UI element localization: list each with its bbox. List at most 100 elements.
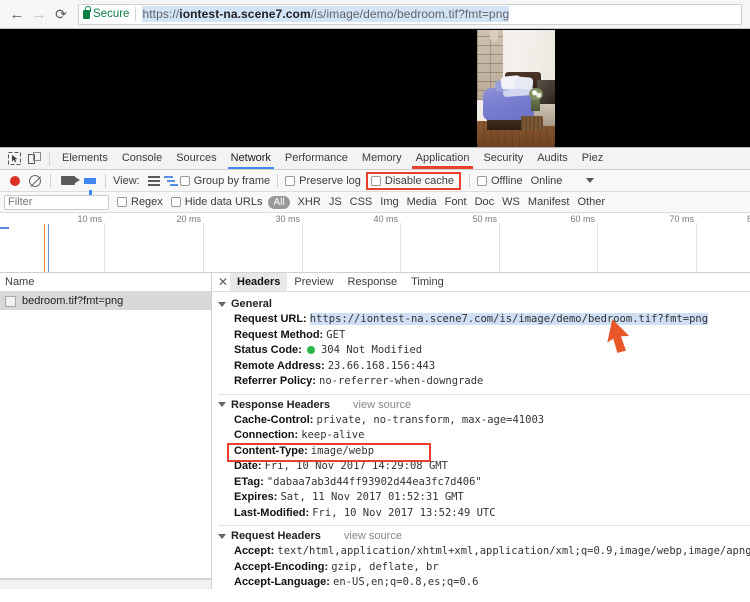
overview-tick-label: 30 ms <box>275 214 300 224</box>
status-badge <box>306 346 315 354</box>
forward-icon[interactable]: → <box>28 3 50 25</box>
tab-sources[interactable]: Sources <box>169 148 223 169</box>
view-source-link[interactable]: view source <box>344 530 402 542</box>
section-general-header[interactable]: General <box>212 296 750 312</box>
filter-type-css[interactable]: CSS <box>346 196 377 208</box>
requests-pane-footer <box>0 579 211 589</box>
toolbar-divider-3 <box>277 173 279 188</box>
header-row-accept: Accept: text/html,application/xhtml+xml,… <box>212 544 750 560</box>
checkbox-box <box>285 175 296 186</box>
section-title: Response Headers <box>231 398 331 411</box>
security-badge[interactable]: Secure <box>83 6 135 20</box>
waterfall-view-icon[interactable] <box>163 175 178 187</box>
url-text[interactable]: https://iontest-na.scene7.com/is/image/d… <box>142 6 510 22</box>
browser-toolbar: ← → ⟳ Secure https://iontest-na.scene7.c… <box>0 0 750 29</box>
filter-type-js[interactable]: JS <box>325 196 346 208</box>
header-row-expires: Expires: Sat, 11 Nov 2017 01:52:31 GMT <box>212 490 750 506</box>
header-key: Last-Modified: <box>234 506 310 519</box>
list-view-icon[interactable] <box>147 175 160 186</box>
header-row-accept-encoding: Accept-Encoding: gzip, deflate, br <box>212 560 750 576</box>
tab-elements[interactable]: Elements <box>55 148 115 169</box>
chevron-down-icon[interactable] <box>586 178 595 183</box>
tab-timing[interactable]: Timing <box>404 273 451 291</box>
search-input[interactable] <box>4 194 109 210</box>
chevron-down-icon <box>218 533 226 539</box>
disable-cache-checkbox[interactable]: Disable cache <box>365 171 461 190</box>
network-toolbar: View: Group by frame Preserve log Disabl… <box>0 170 750 195</box>
regex-checkbox[interactable]: Regex <box>115 196 165 208</box>
header-value: en-US,en;q=0.8,es;q=0.6 <box>333 576 479 588</box>
hide-data-urls-label: Hide data URLs <box>184 196 263 208</box>
inspect-element-icon[interactable] <box>4 149 24 169</box>
filter-type-other[interactable]: Other <box>573 196 609 208</box>
header-value: Fri, 10 Nov 2017 13:52:49 UTC <box>312 506 496 519</box>
overview-tick-label: 70 ms <box>669 214 694 224</box>
filter-type-img[interactable]: Img <box>376 196 402 208</box>
filter-type-font[interactable]: Font <box>441 196 471 208</box>
preserve-log-checkbox[interactable]: Preserve log <box>283 175 363 187</box>
camera-icon[interactable] <box>56 171 80 191</box>
overview-marker-line <box>0 227 9 229</box>
tab-piez[interactable]: Piez <box>575 148 610 169</box>
overview-tick-label: 10 ms <box>77 214 102 224</box>
tab-performance[interactable]: Performance <box>278 148 355 169</box>
tab-application[interactable]: Application <box>409 148 477 169</box>
throttling-select[interactable]: Online <box>529 175 565 187</box>
filter-type-doc[interactable]: Doc <box>471 196 499 208</box>
details-pane: ✕ Headers Preview Response Timing Genera… <box>212 273 750 589</box>
filter-type-ws[interactable]: WS <box>498 196 524 208</box>
filter-type-manifest[interactable]: Manifest <box>524 196 574 208</box>
tab-response[interactable]: Response <box>341 273 405 291</box>
image-pillow-white-right <box>514 76 534 90</box>
tab-memory[interactable]: Memory <box>355 148 409 169</box>
headers-content: General Request URL: https://iontest-na.… <box>212 292 750 589</box>
filter-funnel-icon[interactable] <box>80 171 100 195</box>
header-row-request-url: Request URL: https://iontest-na.scene7.c… <box>212 312 750 328</box>
tab-console[interactable]: Console <box>115 148 169 169</box>
header-key: Cache-Control: <box>234 413 314 426</box>
offline-checkbox[interactable]: Offline <box>475 175 525 187</box>
filter-type-xhr[interactable]: XHR <box>294 196 325 208</box>
tab-headers[interactable]: Headers <box>230 273 288 291</box>
header-row-last-modified: Last-Modified: Fri, 10 Nov 2017 13:52:49… <box>212 506 750 522</box>
device-toolbar-icon[interactable] <box>24 149 44 169</box>
tab-network[interactable]: Network <box>224 148 278 169</box>
network-overview-timeline[interactable]: 10 ms 20 ms 30 ms 40 ms 50 ms 60 ms 70 m… <box>0 213 750 273</box>
requests-column-header[interactable]: Name <box>0 273 211 292</box>
record-icon[interactable] <box>5 171 25 191</box>
header-row-connection: Connection: keep-alive <box>212 428 750 444</box>
section-request-headers-header[interactable]: Request Headers view source <box>212 528 750 544</box>
header-value: Fri, 10 Nov 2017 14:29:08 GMT <box>264 460 448 472</box>
navigation-buttons: ← → ⟳ <box>0 3 72 25</box>
close-icon[interactable]: ✕ <box>216 275 230 289</box>
header-value: private, no-transform, max-age=41003 <box>316 413 545 426</box>
tab-audits[interactable]: Audits <box>530 148 575 169</box>
tabbar-divider <box>49 151 50 166</box>
overview-gridline <box>302 223 303 272</box>
checkbox-box <box>179 175 190 186</box>
group-by-frame-checkbox[interactable]: Group by frame <box>178 175 272 187</box>
image-flowers <box>529 88 543 100</box>
overview-gridline <box>597 223 598 272</box>
hide-data-urls-checkbox[interactable]: Hide data URLs <box>169 196 265 208</box>
checkbox-box <box>117 197 127 207</box>
clear-icon[interactable] <box>25 171 45 191</box>
view-source-link[interactable]: view source <box>353 399 411 411</box>
requests-pane: Name bedroom.tif?fmt=png <box>0 273 212 589</box>
filter-type-media[interactable]: Media <box>403 196 441 208</box>
bedroom-image[interactable] <box>477 30 555 147</box>
filter-type-all[interactable]: All <box>268 195 290 209</box>
section-response-headers-header[interactable]: Response Headers view source <box>212 397 750 413</box>
tab-preview[interactable]: Preview <box>287 273 340 291</box>
toolbar-divider-2 <box>105 173 106 188</box>
reload-icon[interactable]: ⟳ <box>50 3 72 25</box>
request-name: bedroom.tif?fmt=png <box>22 295 124 307</box>
table-row[interactable]: bedroom.tif?fmt=png <box>0 292 211 310</box>
tab-security[interactable]: Security <box>476 148 530 169</box>
address-bar[interactable]: Secure https://iontest-na.scene7.com/is/… <box>78 3 742 25</box>
checkbox-box <box>476 175 487 186</box>
back-icon[interactable]: ← <box>6 3 28 25</box>
overview-event-marker-blue <box>48 224 49 272</box>
header-row-cache-control: Cache-Control: private, no-transform, ma… <box>212 413 750 429</box>
header-value: text/html,application/xhtml+xml,applicat… <box>277 545 750 557</box>
